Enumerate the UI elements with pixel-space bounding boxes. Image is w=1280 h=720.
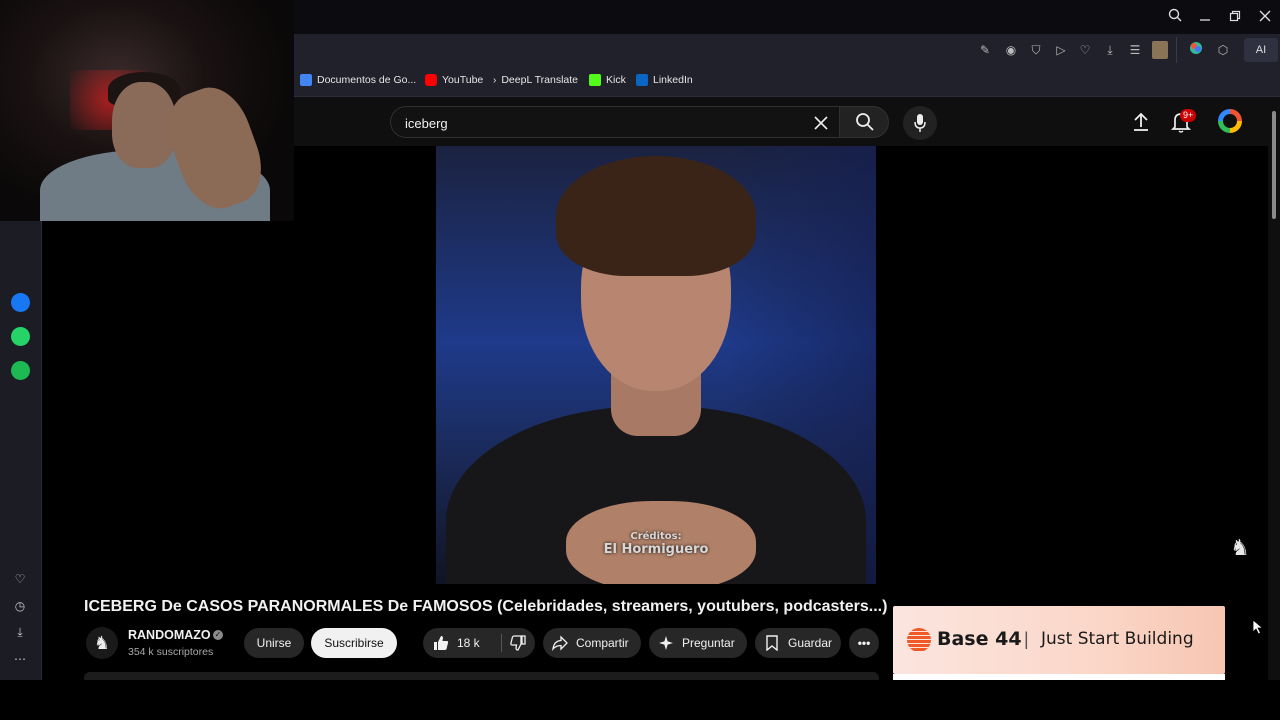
ad-bottom-edge — [893, 674, 1225, 680]
video-frame: Créditos: El Hormiguero — [436, 146, 876, 584]
video-credits-overlay: Créditos: El Hormiguero — [576, 531, 736, 557]
search-box — [390, 106, 839, 138]
search-input[interactable] — [405, 113, 785, 133]
more-options-icon[interactable]: ⋯ — [12, 651, 28, 667]
channel-avatar[interactable]: ♞ — [86, 627, 118, 659]
verified-badge-icon: ✓ — [213, 630, 223, 640]
channel-name[interactable]: RANDOMAZO — [128, 628, 211, 642]
ad-banner[interactable]: Base 44 | Just Start Building — [893, 606, 1225, 674]
browser-sidebar: ♡ ◷ ⤓ ⋯ — [0, 221, 42, 680]
camera-icon[interactable]: ◉ — [1002, 41, 1020, 59]
search-icon — [856, 113, 874, 131]
extension-color-icon[interactable] — [1187, 41, 1205, 59]
bookmark-label: Kick — [606, 74, 626, 86]
cube-icon[interactable]: ⬡ — [1214, 41, 1232, 59]
thumbs-up-icon — [434, 636, 449, 650]
ad-tagline: Just Start Building — [1041, 629, 1194, 649]
ai-button[interactable]: AI — [1244, 38, 1278, 62]
bookmark-icon — [766, 635, 778, 651]
webcam-overlay — [0, 0, 294, 221]
bookmark-deepl[interactable]: › DeepL Translate — [493, 74, 578, 86]
messenger-icon[interactable] — [11, 293, 30, 312]
bookmarks-bar: Documentos de Go... YouTube › DeepL Tran… — [294, 66, 1280, 97]
bookmark-youtube[interactable]: YouTube — [425, 74, 483, 86]
page-scrollbar[interactable] — [1268, 97, 1280, 680]
ai-label: AI — [1255, 44, 1267, 56]
share-icon — [552, 635, 568, 651]
bookmark-google-docs[interactable]: Documentos de Go... — [300, 74, 416, 86]
upload-icon[interactable] — [1130, 111, 1152, 133]
more-actions-button[interactable]: ••• — [849, 628, 879, 658]
kick-icon — [589, 74, 601, 86]
edit-icon[interactable]: ✎ — [976, 41, 994, 59]
heart-icon[interactable]: ♡ — [1076, 41, 1094, 59]
subscriber-count: 354 k suscriptores — [128, 646, 214, 658]
bookmark-kick[interactable]: Kick — [589, 74, 626, 86]
menu-icon[interactable]: ☰ — [1126, 41, 1144, 59]
ask-label: Preguntar — [682, 636, 735, 650]
favorites-heart-icon[interactable]: ♡ — [12, 571, 28, 587]
ad-separator: | — [1024, 629, 1029, 649]
close-window-icon[interactable] — [1256, 8, 1274, 26]
youtube-icon — [425, 74, 437, 86]
join-button[interactable]: Unirse — [244, 628, 304, 658]
minimize-icon[interactable] — [1196, 8, 1214, 26]
search-button[interactable] — [839, 106, 889, 138]
downloads-icon[interactable]: ⤓ — [12, 624, 28, 640]
like-button[interactable]: 18 k — [423, 628, 501, 658]
dislike-button[interactable] — [502, 628, 535, 658]
google-docs-icon — [300, 74, 312, 86]
like-count: 18 k — [457, 636, 480, 650]
ask-button[interactable]: Preguntar — [649, 628, 747, 658]
notification-badge: 9+ — [1180, 109, 1197, 122]
shield-icon[interactable]: ⛉ — [1027, 41, 1045, 59]
microphone-icon — [914, 114, 926, 132]
bookmark-label: Documentos de Go... — [317, 74, 417, 86]
sparkle-icon — [659, 636, 673, 650]
share-label: Compartir — [576, 636, 629, 650]
bookmark-label: YouTube — [442, 74, 484, 86]
base44-logo-icon — [907, 628, 931, 652]
restore-icon[interactable] — [1226, 8, 1244, 26]
channel-watermark-icon[interactable]: ♞ — [1224, 532, 1256, 564]
mouse-cursor-icon — [1252, 619, 1264, 635]
voice-search-button[interactable] — [903, 106, 937, 140]
thumbs-down-icon — [510, 635, 526, 651]
ad-brand: Base 44 — [937, 628, 1022, 650]
bookmark-linkedin[interactable]: LinkedIn — [636, 74, 693, 86]
bookmark-label: LinkedIn — [653, 74, 693, 86]
toolbar-divider — [1176, 37, 1177, 63]
browser-search-icon[interactable] — [1166, 8, 1184, 26]
account-avatar[interactable] — [1218, 109, 1242, 133]
share-button[interactable]: Compartir — [543, 628, 641, 658]
spotify-icon[interactable] — [11, 361, 30, 380]
profile-avatar[interactable] — [1152, 41, 1168, 59]
credits-line-1: Créditos: — [630, 531, 682, 542]
youtube-header: 9+ — [294, 97, 1268, 146]
deepl-icon: › — [493, 74, 497, 86]
save-label: Guardar — [788, 636, 833, 650]
clear-search-icon[interactable] — [809, 111, 833, 135]
play-icon[interactable]: ▷ — [1052, 41, 1070, 59]
scrollbar-thumb[interactable] — [1272, 111, 1276, 219]
browser-toolbar: ✎ ◉ ⛉ ▷ ♡ ⤓ ☰ ⬡ AI — [294, 34, 1280, 66]
like-dislike-group: 18 k — [423, 628, 535, 658]
save-button[interactable]: Guardar — [755, 628, 841, 658]
subscribe-button[interactable]: Suscribirse — [311, 628, 397, 658]
bookmark-label: DeepL Translate — [501, 74, 579, 86]
video-title: ICEBERG De CASOS PARANORMALES De FAMOSOS… — [84, 598, 888, 615]
history-clock-icon[interactable]: ◷ — [12, 598, 28, 614]
whatsapp-icon[interactable] — [11, 327, 30, 346]
description-box-edge — [84, 672, 879, 680]
download-icon[interactable]: ⤓ — [1101, 41, 1119, 59]
credits-line-2: El Hormiguero — [603, 542, 709, 557]
linkedin-icon — [636, 74, 648, 86]
window-titlebar — [294, 0, 1280, 34]
